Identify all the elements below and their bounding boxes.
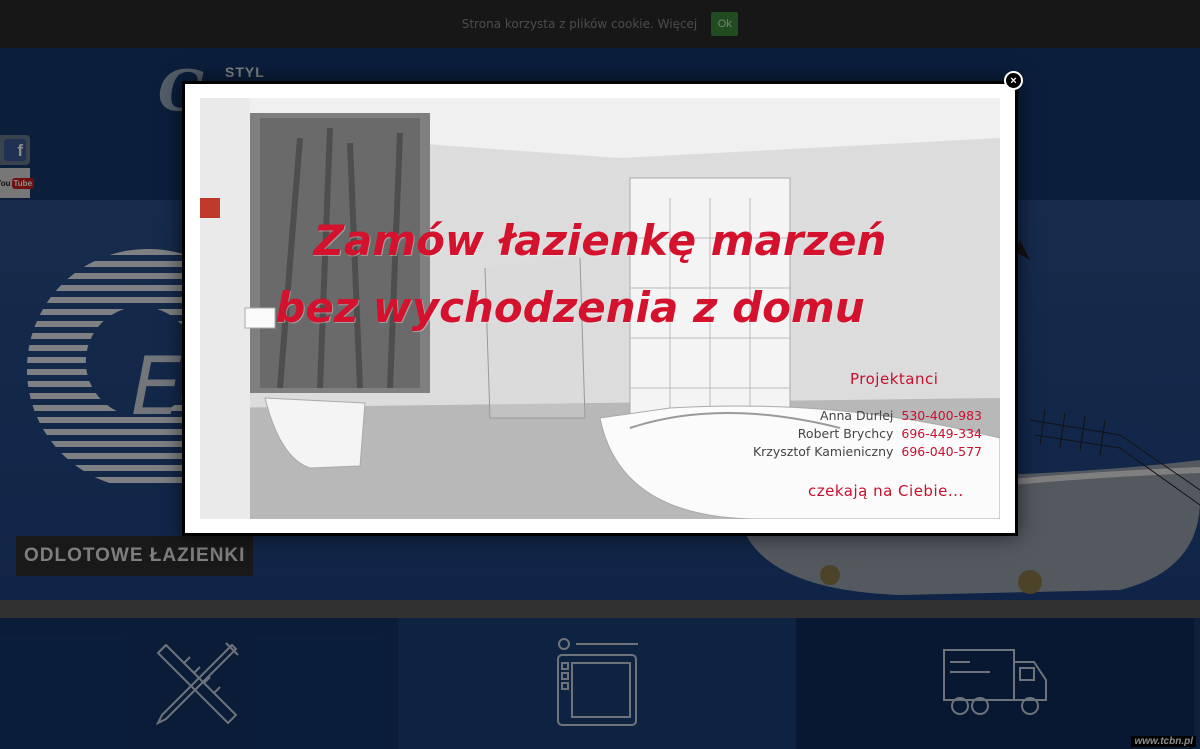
designer-name: Anna Durlej [820, 408, 894, 423]
designer-phone[interactable]: 530-400-983 [901, 408, 982, 423]
designer-name: Krzysztof Kamieniczny [752, 444, 894, 459]
designer-row: Krzysztof Kamieniczny 696-040-577 [753, 444, 982, 459]
promo-modal: Zamów łazienkę marzeń bez wychodzenia z … [182, 81, 1018, 536]
designer-row: Anna Durlej 530-400-983 [820, 408, 982, 423]
promo-banner[interactable]: Zamów łazienkę marzeń bez wychodzenia z … [200, 98, 1000, 519]
promo-title-line-2: bez wychodzenia z domu [275, 283, 865, 332]
designer-row: Robert Brychcy 696-449-334 [798, 426, 982, 441]
designer-name: Robert Brychcy [797, 426, 894, 441]
designer-phone[interactable]: 696-449-334 [901, 426, 982, 441]
designers-heading: Projektanci [850, 370, 939, 388]
promo-title-line-1: Zamów łazienkę marzeń [313, 216, 887, 265]
designer-phone[interactable]: 696-040-577 [901, 444, 982, 459]
modal-close-button[interactable]: × [1004, 71, 1023, 90]
promo-footer: czekają na Ciebie... [808, 482, 964, 500]
